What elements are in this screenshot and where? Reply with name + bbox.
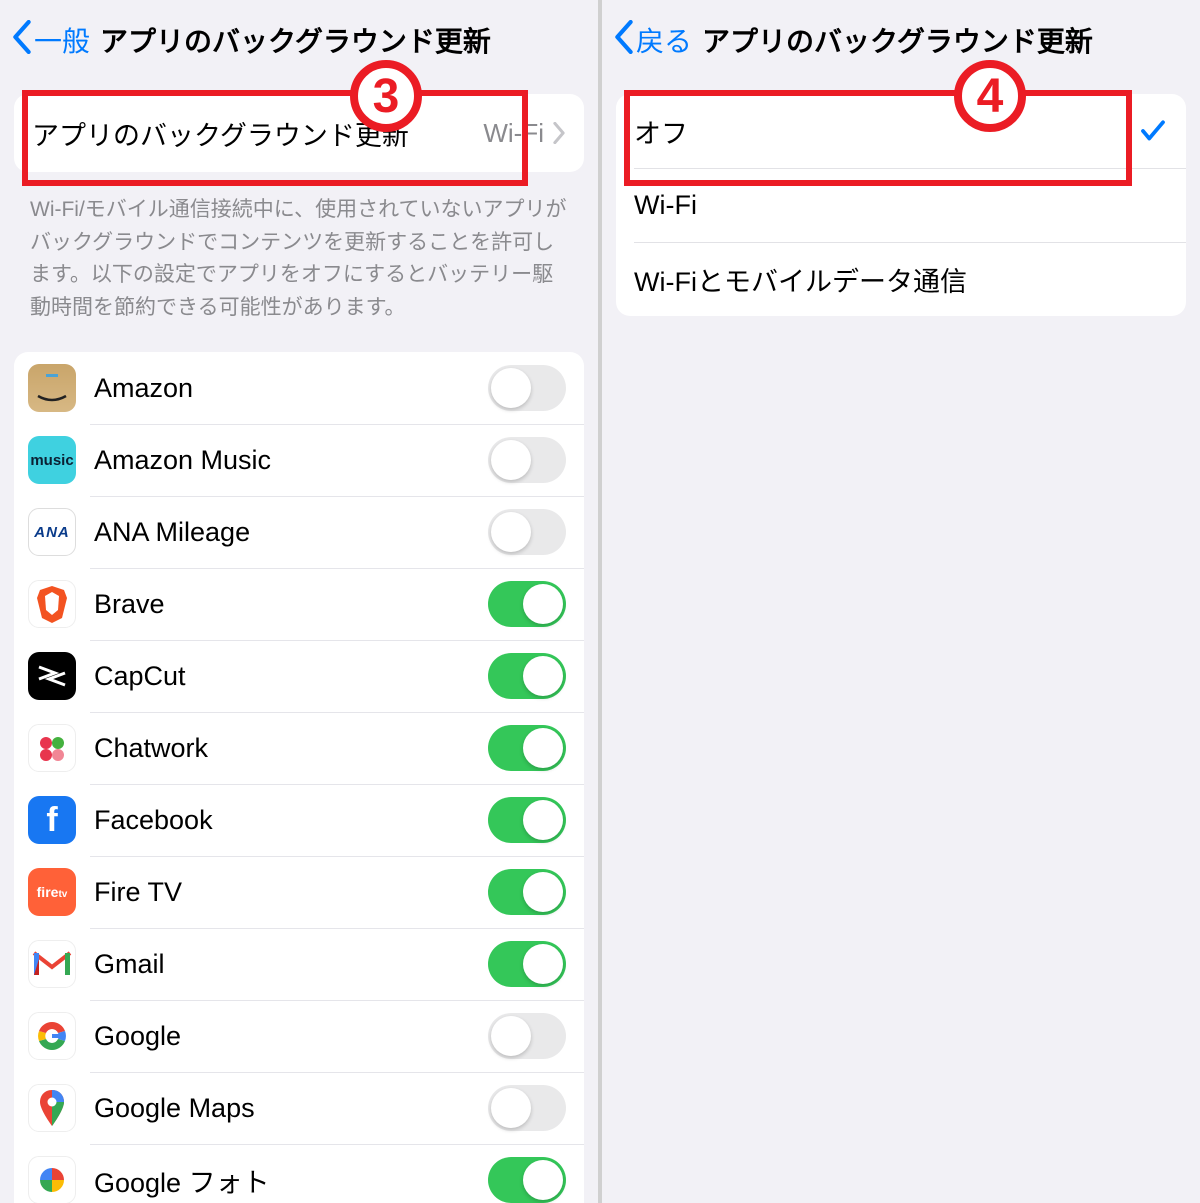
amazonmusic-icon: music [28, 436, 76, 484]
app-name: CapCut [94, 661, 488, 692]
capcut-icon [28, 652, 76, 700]
row-label: アプリのバックグラウンド更新 [32, 114, 483, 153]
toggle-switch[interactable] [488, 653, 566, 699]
toggle-switch[interactable] [488, 725, 566, 771]
app-row: Brave [14, 568, 584, 640]
app-row: Chatwork [14, 712, 584, 784]
toggle-switch[interactable] [488, 1157, 566, 1203]
app-row: f Facebook [14, 784, 584, 856]
google-icon [28, 1012, 76, 1060]
app-name: ANA Mileage [94, 517, 488, 548]
app-row: Google [14, 1000, 584, 1072]
toggle-switch[interactable] [488, 581, 566, 627]
option-label: オフ [634, 112, 1138, 151]
toggle-switch[interactable] [488, 1013, 566, 1059]
app-name: Google [94, 1021, 488, 1052]
toggle-switch[interactable] [488, 437, 566, 483]
app-name: Fire TV [94, 877, 488, 908]
right-pane: 戻る アプリのバックグラウンド更新 4 オフWi-FiWi-Fiとモバイルデータ… [602, 0, 1200, 1203]
facebook-icon: f [28, 796, 76, 844]
left-pane: 一般 アプリのバックグラウンド更新 3 アプリのバックグラウンド更新 Wi-Fi… [0, 0, 598, 1203]
app-name: Amazon Music [94, 445, 488, 476]
app-row: music Amazon Music [14, 424, 584, 496]
app-row: ANA ANA Mileage [14, 496, 584, 568]
chevron-left-icon [614, 20, 636, 61]
app-name: Amazon [94, 373, 488, 404]
page-title: アプリのバックグラウンド更新 [702, 20, 1093, 60]
toggle-switch[interactable] [488, 941, 566, 987]
nav-bar: 一般 アプリのバックグラウンド更新 [0, 0, 598, 80]
option-row[interactable]: Wi-Fi [616, 168, 1186, 242]
app-row: Google フォト [14, 1144, 584, 1203]
toggle-switch[interactable] [488, 365, 566, 411]
googlephotos-icon [28, 1156, 76, 1203]
toggle-switch[interactable] [488, 1085, 566, 1131]
app-row: Amazon [14, 352, 584, 424]
toggle-switch[interactable] [488, 797, 566, 843]
gmail-icon [28, 940, 76, 988]
nav-bar: 戻る アプリのバックグラウンド更新 [602, 0, 1200, 80]
chatwork-icon [28, 724, 76, 772]
page-title: アプリのバックグラウンド更新 [100, 20, 491, 60]
section-footer: Wi-Fi/モバイル通信接続中に、使用されていないアプリがバックグラウンドでコン… [0, 186, 598, 338]
option-list: オフ Wi-Fi Wi-Fiとモバイルデータ通信 [616, 94, 1186, 316]
brave-icon [28, 580, 76, 628]
back-button[interactable]: 一般 [12, 20, 90, 61]
main-section: アプリのバックグラウンド更新 Wi-Fi [14, 94, 584, 172]
back-button[interactable]: 戻る [614, 20, 692, 61]
toggle-switch[interactable] [488, 869, 566, 915]
option-label: Wi-Fi [634, 190, 1168, 221]
back-label: 戻る [636, 20, 692, 60]
app-name: Gmail [94, 949, 488, 980]
app-row: CapCut [14, 640, 584, 712]
option-row[interactable]: Wi-Fiとモバイルデータ通信 [616, 242, 1186, 316]
back-label: 一般 [34, 20, 90, 60]
background-refresh-row[interactable]: アプリのバックグラウンド更新 Wi-Fi [14, 94, 584, 172]
app-row: Gmail [14, 928, 584, 1000]
chevron-right-icon [552, 122, 566, 144]
amazon-icon [28, 364, 76, 412]
firetv-icon: firetv [28, 868, 76, 916]
toggle-switch[interactable] [488, 509, 566, 555]
option-label: Wi-Fiとモバイルデータ通信 [634, 260, 1168, 299]
app-row: firetv Fire TV [14, 856, 584, 928]
app-row: Google Maps [14, 1072, 584, 1144]
app-name: Chatwork [94, 733, 488, 764]
chevron-left-icon [12, 20, 34, 61]
app-list: Amazon music Amazon Music ANA ANA Mileage Bra… [14, 352, 584, 1203]
app-name: Google フォト [94, 1161, 488, 1200]
app-name: Google Maps [94, 1093, 488, 1124]
app-name: Brave [94, 589, 488, 620]
option-row[interactable]: オフ [616, 94, 1186, 168]
app-name: Facebook [94, 805, 488, 836]
googlemaps-icon [28, 1084, 76, 1132]
ana-icon: ANA [28, 508, 76, 556]
row-value: Wi-Fi [483, 118, 544, 149]
checkmark-icon [1138, 116, 1168, 146]
